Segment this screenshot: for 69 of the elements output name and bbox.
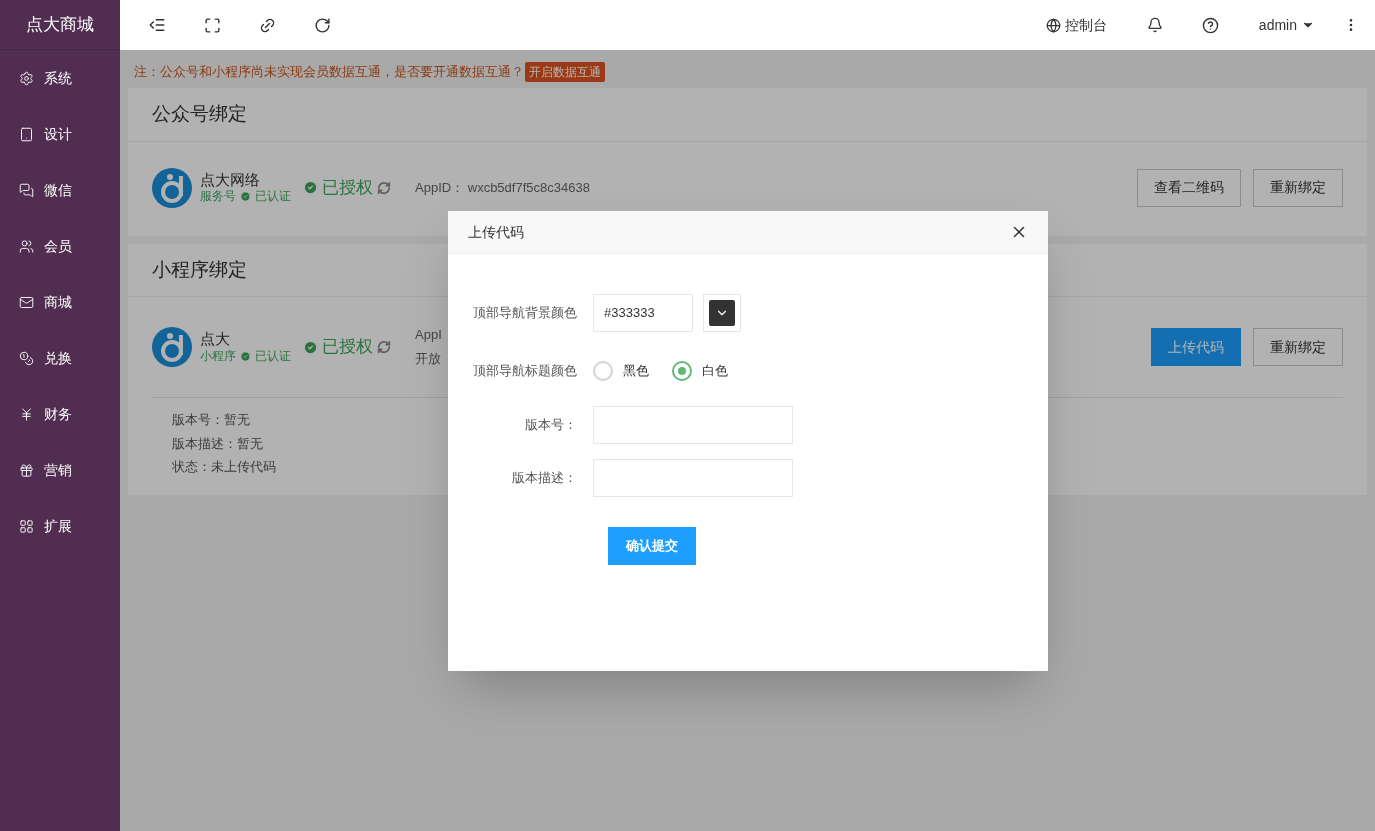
refresh-icon bbox=[377, 340, 391, 354]
app-title: 点大商城 bbox=[26, 13, 94, 36]
account-type: 小程序 bbox=[200, 348, 236, 364]
radio-label: 白色 bbox=[702, 362, 728, 381]
user-menu[interactable]: admin bbox=[1258, 14, 1315, 36]
action-button[interactable]: 重新绑定 bbox=[1253, 328, 1343, 366]
radio-option[interactable]: 黑色 bbox=[593, 361, 649, 381]
field-label: 版本号： bbox=[524, 416, 578, 435]
appid-text: AppI bbox=[415, 326, 442, 344]
version-input[interactable] bbox=[593, 406, 793, 444]
field-label: 版本描述： bbox=[511, 469, 578, 488]
color-picker[interactable] bbox=[703, 294, 741, 332]
sidebar-item[interactable]: 会员 bbox=[0, 218, 120, 274]
users-icon bbox=[19, 238, 34, 254]
description-input[interactable] bbox=[593, 459, 793, 497]
chat-bubbles-icon bbox=[19, 182, 34, 198]
card-title: 小程序绑定 bbox=[152, 258, 247, 280]
refresh-icon[interactable] bbox=[314, 16, 331, 34]
card-title: 公众号绑定 bbox=[152, 103, 247, 124]
check-icon bbox=[240, 191, 251, 203]
radio-option[interactable]: 白色 bbox=[672, 361, 728, 381]
check-icon bbox=[303, 339, 318, 355]
grid-icon bbox=[19, 518, 34, 534]
fullscreen-icon[interactable] bbox=[204, 16, 221, 34]
enable-sync-link[interactable]: 开启数据互通 bbox=[525, 62, 605, 82]
account-name: 点大 bbox=[200, 330, 231, 349]
console-link[interactable]: 控制台 bbox=[1045, 14, 1107, 36]
dialog-title: 上传代码 bbox=[468, 222, 524, 242]
logo-icon bbox=[152, 167, 192, 208]
notice-text: 注：公众号和小程序尚未实现会员数据互通，是否要开通数据互通？ bbox=[134, 63, 524, 82]
sidebar-item[interactable]: 财务 bbox=[0, 386, 120, 442]
version-detail: 版本号：暂无 bbox=[172, 411, 250, 429]
auth-status: 已授权 bbox=[322, 336, 373, 359]
collapse-menu-icon[interactable] bbox=[148, 16, 166, 34]
account-type: 服务号 bbox=[200, 189, 236, 205]
gift-icon bbox=[19, 462, 34, 478]
sidebar-item[interactable]: 微信 bbox=[0, 162, 120, 218]
action-button[interactable]: 查看二维码 bbox=[1137, 168, 1241, 207]
globe-icon bbox=[1045, 17, 1061, 33]
appid-text: AppID： wxcb5df7f5c8c34638 bbox=[415, 178, 590, 197]
verified-label: 已认证 bbox=[255, 348, 291, 364]
coin-icon bbox=[19, 350, 34, 366]
tablet-icon bbox=[19, 126, 34, 142]
sidebar-item[interactable]: 营销 bbox=[0, 442, 120, 498]
check-icon bbox=[240, 350, 251, 362]
yen-icon bbox=[19, 406, 34, 422]
sidebar-item[interactable]: 设计 bbox=[0, 106, 120, 162]
sidebar-item[interactable]: 系统 bbox=[0, 50, 120, 106]
field-label: 顶部导航标题颜色 bbox=[472, 362, 578, 381]
account-name: 点大网络 bbox=[200, 170, 261, 190]
sidebar-item[interactable]: 兑换 bbox=[0, 330, 120, 386]
verified-label: 已认证 bbox=[255, 189, 291, 205]
check-icon bbox=[303, 180, 318, 195]
color-input[interactable]: #333333 bbox=[593, 294, 693, 332]
logo-icon bbox=[152, 327, 192, 367]
help-icon[interactable] bbox=[1201, 16, 1219, 34]
envelope-icon bbox=[19, 294, 34, 310]
version-detail: 版本描述：暂无 bbox=[172, 434, 263, 453]
field-label: 顶部导航背景颜色 bbox=[472, 304, 578, 323]
action-button[interactable]: 重新绑定 bbox=[1253, 168, 1343, 207]
sidebar-item[interactable]: 扩展 bbox=[0, 498, 120, 554]
notification-icon[interactable] bbox=[1146, 17, 1163, 33]
platform-text: 开放 bbox=[415, 350, 441, 368]
sidebar-item[interactable]: 商城 bbox=[0, 274, 120, 330]
radio-label: 黑色 bbox=[623, 362, 649, 381]
refresh-icon bbox=[377, 180, 391, 195]
version-detail: 状态：未上传代码 bbox=[172, 458, 276, 476]
gear-icon bbox=[19, 70, 34, 86]
auth-status: 已授权 bbox=[322, 176, 373, 199]
